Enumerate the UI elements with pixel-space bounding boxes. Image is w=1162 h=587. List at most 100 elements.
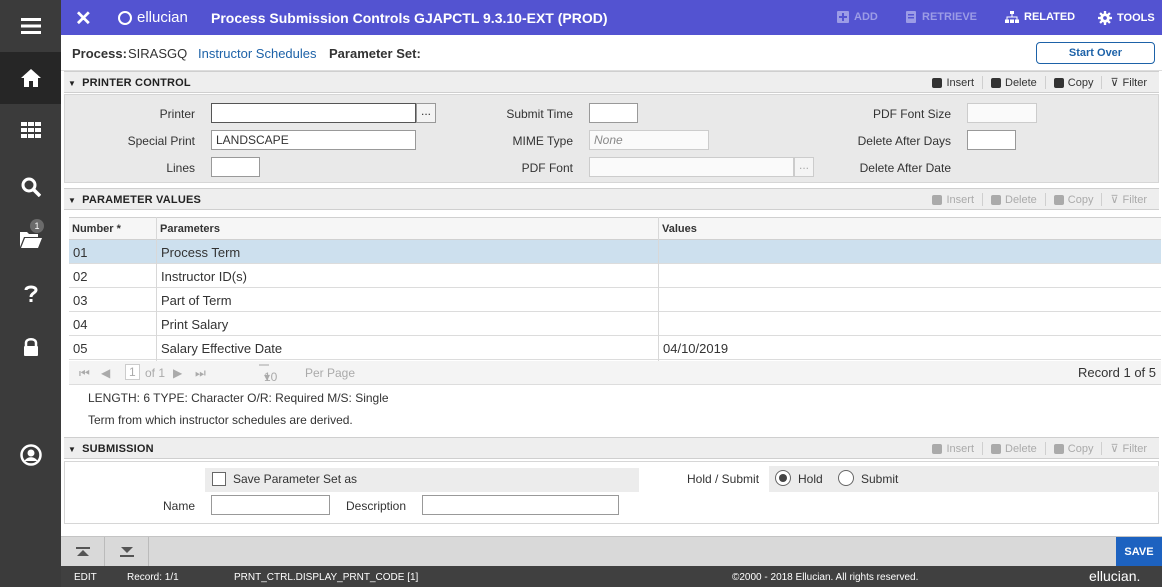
recent-folder-button[interactable]: 1 [0,213,61,265]
row-number: 01 [73,245,88,260]
insert-icon [932,194,943,205]
lines-input[interactable] [211,157,260,177]
previous-page-icon[interactable]: ◀ [101,366,110,380]
previous-block-button[interactable] [61,537,105,567]
collapse-triangle-icon: ▼ [68,79,77,88]
row-value[interactable]: 04/10/2019 [663,341,728,356]
copy-button[interactable]: Copy [1044,76,1102,89]
page-number-input[interactable]: 1 [125,364,140,380]
retrieve-button[interactable]: RETRIEVE [905,11,977,23]
filter-label: Filter [1122,76,1147,89]
hold-radio[interactable] [775,470,791,486]
parameter-values-table: Number * Parameters Values 01 Process Te… [69,217,1161,362]
add-button[interactable]: ADD [837,11,878,23]
submit-time-input[interactable] [589,103,638,123]
sign-out-button[interactable] [0,321,61,373]
previous-block-icon [75,547,90,556]
copyright-text: ©2000 - 2018 Ellucian. All rights reserv… [732,572,919,583]
pdf-font-input[interactable] [589,157,794,177]
submission-title[interactable]: ▼ SUBMISSION [68,443,154,455]
per-page-select[interactable]: 10 ▾ [259,364,277,384]
submission-panel: Save Parameter Set as Name Description H… [64,461,1159,524]
pdf-font-size-input[interactable] [967,103,1037,123]
delete-button[interactable]: Delete [982,76,1045,89]
filter-button[interactable]: ⊽ Filter [1101,76,1155,89]
table-row[interactable]: 02 Instructor ID(s) [69,264,1161,288]
parameter-values-toolbar: Insert Delete Copy ⊽ Filter [924,193,1155,206]
row-number: 05 [73,341,88,356]
start-over-button[interactable]: Start Over [1036,42,1155,64]
next-page-icon[interactable]: ▶ [173,366,182,380]
row-parameter: Print Salary [161,317,229,332]
insert-button[interactable]: Insert [924,442,982,455]
submission-section-header: ▼ SUBMISSION Insert Delete Copy ⊽ Filter [64,437,1159,459]
save-parameter-set-label: Save Parameter Set as [233,472,358,486]
save-button[interactable]: SAVE [1116,537,1162,567]
printer-control-title[interactable]: ▼ PRINTER CONTROL [68,77,191,89]
user-profile-button[interactable] [0,429,61,481]
brand-name: ellucian [137,9,188,26]
help-button[interactable] [0,268,61,320]
insert-button[interactable]: Insert [924,76,982,89]
home-button[interactable] [0,52,61,104]
delete-after-date-label: Delete After Date [859,161,951,175]
close-icon[interactable]: ✕ [75,6,92,31]
filter-label: Filter [1122,193,1147,206]
copy-icon [1053,194,1064,205]
search-icon [21,177,41,197]
applications-button[interactable] [0,104,61,156]
last-page-icon[interactable]: ⏭ [195,366,206,381]
next-block-button[interactable] [105,537,149,567]
mime-type-input[interactable]: None [589,130,709,150]
column-header-values[interactable]: Values [662,223,697,235]
insert-label: Insert [946,76,974,89]
delete-after-days-input[interactable] [967,130,1016,150]
table-row[interactable]: 01 Process Term [69,240,1161,264]
row-parameter: Part of Term [161,293,232,308]
mime-type-label: MIME Type [512,134,573,148]
printer-input[interactable] [211,103,416,123]
copy-label: Copy [1067,193,1094,206]
column-header-parameters[interactable]: Parameters [160,223,220,235]
help-icon [24,285,38,302]
filter-icon: ⊽ [1110,443,1119,455]
collapse-triangle-icon: ▼ [68,445,77,454]
filter-icon: ⊽ [1110,194,1119,206]
page-count: of 1 [145,366,166,380]
insert-button[interactable]: Insert [924,193,982,206]
table-row[interactable]: 03 Part of Term [69,288,1161,312]
menu-button[interactable] [0,0,61,52]
table-row[interactable]: 05 Salary Effective Date 04/10/2019 [69,336,1161,360]
save-parameter-set-checkbox[interactable] [212,472,226,486]
description-input[interactable] [422,495,619,515]
row-number: 04 [73,317,88,332]
copy-icon [1053,77,1064,88]
add-record-icon [837,11,849,23]
add-label: ADD [854,11,878,23]
filter-button[interactable]: ⊽ Filter [1101,442,1155,455]
special-print-input[interactable]: LANDSCAPE [211,130,416,150]
special-print-label: Special Print [127,134,195,148]
tools-button[interactable]: TOOLS [1098,11,1155,25]
delete-label: Delete [1005,442,1037,455]
printer-lookup-button[interactable]: ... [416,103,436,123]
first-page-icon[interactable]: ⏮ [79,366,90,381]
related-button[interactable]: RELATED [1005,11,1075,23]
filter-button[interactable]: ⊽ Filter [1101,193,1155,206]
table-row[interactable]: 04 Print Salary [69,312,1161,336]
submit-time-label: Submit Time [506,107,573,121]
name-input[interactable] [211,495,330,515]
gear-icon [1098,11,1112,25]
column-header-number[interactable]: Number * [72,223,121,235]
submit-radio[interactable] [838,470,854,486]
field-description-line: Term from which instructor schedules are… [88,413,353,427]
process-name-link[interactable]: Instructor Schedules [198,46,317,61]
parameter-values-title[interactable]: ▼ PARAMETER VALUES [68,194,201,206]
copy-button[interactable]: Copy [1044,442,1102,455]
delete-button[interactable]: Delete [982,193,1045,206]
copy-button[interactable]: Copy [1044,193,1102,206]
delete-button[interactable]: Delete [982,442,1045,455]
pdf-font-lookup-button[interactable]: ... [794,157,814,177]
search-button[interactable] [0,161,61,213]
printer-control-toolbar: Insert Delete Copy ⊽ Filter [924,76,1155,89]
